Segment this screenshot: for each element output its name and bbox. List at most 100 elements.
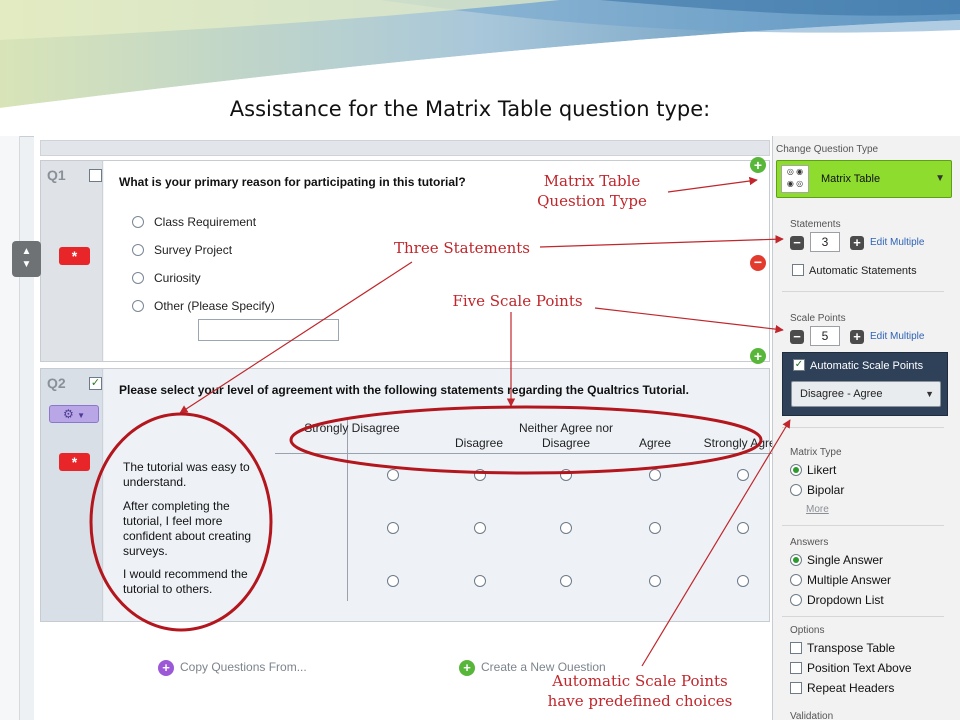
checkbox[interactable]	[790, 641, 802, 654]
chevron-down-icon: ▼	[925, 389, 934, 399]
checkbox[interactable]: ✓	[793, 359, 805, 372]
radio-button[interactable]	[790, 573, 802, 586]
scale-point-label[interactable]: Strongly Disagree	[302, 421, 402, 436]
matrix-type-label-bipolar: Bipolar	[807, 483, 845, 497]
question-text[interactable]: What is your primary reason for particip…	[119, 175, 466, 189]
option-transpose-table[interactable]: Transpose Table	[790, 641, 895, 655]
automatic-scale-points-panel: ✓ Automatic Scale Points Disagree - Agree…	[782, 352, 948, 416]
option-repeat-headers[interactable]: Repeat Headers	[790, 681, 894, 695]
answers-label: Answers	[790, 537, 829, 548]
scale-point-label[interactable]: Disagree	[429, 436, 529, 451]
choice-option[interactable]: Other (Please Specify)	[132, 299, 275, 313]
scale-point-label[interactable]: Agree	[605, 436, 705, 451]
radio-button[interactable]	[790, 463, 802, 476]
question-number-column: Q2 ✓ ⚙ ▼ *	[41, 369, 103, 621]
remove-question-icon[interactable]: −	[750, 255, 766, 271]
radio-button[interactable]	[790, 593, 802, 606]
sidebar-divider	[782, 525, 944, 526]
choice-option[interactable]: Curiosity	[132, 271, 201, 285]
question-type-value: Matrix Table	[821, 173, 881, 185]
statements-count-input[interactable]: 3	[810, 232, 840, 252]
answer-mode-option[interactable]: Single Answer	[790, 553, 883, 567]
question-text[interactable]: Please select your level of agreement wi…	[119, 383, 689, 397]
matrix-radio[interactable]	[737, 575, 749, 587]
sidebar-divider	[782, 427, 944, 428]
matrix-type-label: Matrix Type	[790, 447, 842, 458]
scale-points-increment-button[interactable]: +	[850, 330, 864, 344]
scale-preset-value: Disagree - Agree	[800, 388, 883, 400]
radio-button[interactable]	[132, 271, 144, 284]
matrix-radio[interactable]	[387, 575, 399, 587]
choice-label: Curiosity	[154, 271, 201, 285]
question-type-select[interactable]: ◎ ◉ ◉ ◎ Matrix Table ▼	[776, 160, 952, 198]
matrix-radio[interactable]	[649, 469, 661, 481]
option-position-text-above[interactable]: Position Text Above	[790, 661, 912, 675]
annotation-three-statements: Three Statements	[394, 239, 530, 257]
radio-button[interactable]	[132, 299, 144, 312]
add-question-icon[interactable]: +	[750, 348, 766, 364]
copy-questions-link[interactable]: + Copy Questions From...	[158, 660, 307, 676]
matrix-radio[interactable]	[387, 522, 399, 534]
matrix-statement[interactable]: The tutorial was easy to understand.	[123, 460, 263, 490]
question-content: Please select your level of agreement wi…	[104, 369, 793, 621]
more-matrix-types-link[interactable]: More	[806, 504, 829, 515]
radio-button[interactable]	[790, 553, 802, 566]
matrix-radio[interactable]	[387, 469, 399, 481]
matrix-radio[interactable]	[474, 469, 486, 481]
answer-mode-option[interactable]: Dropdown List	[790, 593, 884, 607]
question-content: What is your primary reason for particip…	[104, 161, 769, 361]
matrix-radio[interactable]	[560, 575, 572, 587]
choice-option[interactable]: Survey Project	[132, 243, 232, 257]
scale-points-decrement-button[interactable]: −	[790, 330, 804, 344]
statements-decrement-button[interactable]: −	[790, 236, 804, 250]
matrix-statement[interactable]: After completing the tutorial, I feel mo…	[123, 499, 263, 559]
plus-icon: +	[158, 660, 174, 676]
automatic-scale-points-option[interactable]: ✓ Automatic Scale Points	[793, 359, 923, 372]
radio-button[interactable]	[132, 243, 144, 256]
arrow-up-icon: ▲	[21, 246, 32, 257]
add-question-icon[interactable]: +	[750, 157, 766, 173]
other-specify-input[interactable]	[198, 319, 339, 341]
options-label: Options	[790, 625, 825, 636]
scale-point-label[interactable]: Neither Agree nor Disagree	[516, 421, 616, 451]
radio-button[interactable]	[132, 215, 144, 228]
annotation-matrix-table: Matrix Table Question Type	[537, 172, 647, 210]
slide-title: Assistance for the Matrix Table question…	[229, 97, 711, 121]
option-label: Position Text Above	[807, 661, 912, 675]
matrix-radio[interactable]	[649, 575, 661, 587]
question-block-q2[interactable]: Q2 ✓ ⚙ ▼ * Please select your level of a…	[40, 368, 793, 622]
required-button[interactable]: *	[59, 453, 90, 471]
question-number-column: Q1 *	[41, 161, 103, 361]
matrix-statement[interactable]: I would recommend the tutorial to others…	[123, 567, 263, 597]
matrix-radio[interactable]	[649, 522, 661, 534]
automatic-statements-option[interactable]: Automatic Statements	[792, 264, 917, 277]
radio-button[interactable]	[790, 483, 802, 496]
question-select-checkbox[interactable]: ✓	[89, 377, 102, 390]
choice-option[interactable]: Class Requirement	[132, 215, 256, 229]
answer-mode-label: Multiple Answer	[807, 573, 892, 587]
statements-increment-button[interactable]: +	[850, 236, 864, 250]
chevron-down-icon: ▼	[77, 411, 86, 420]
checkbox[interactable]	[790, 681, 802, 694]
answer-mode-option[interactable]: Multiple Answer	[790, 573, 891, 587]
question-gear-menu-button[interactable]: ⚙ ▼	[49, 405, 99, 423]
matrix-radio[interactable]	[737, 522, 749, 534]
sidebar-divider	[782, 291, 944, 292]
matrix-radio[interactable]	[560, 522, 572, 534]
scale-preset-select[interactable]: Disagree - Agree ▼	[791, 381, 941, 407]
required-button[interactable]: *	[59, 247, 90, 265]
checkbox[interactable]	[792, 264, 804, 277]
copy-questions-label: Copy Questions From...	[180, 660, 307, 675]
move-question-handle[interactable]: ▲ ▼	[12, 241, 41, 277]
question-select-checkbox[interactable]	[89, 169, 102, 182]
scale-points-count-input[interactable]: 5	[810, 326, 840, 346]
matrix-type-option[interactable]: Bipolar	[790, 483, 844, 497]
matrix-radio[interactable]	[474, 575, 486, 587]
matrix-radio[interactable]	[474, 522, 486, 534]
edit-multiple-scale-points-link[interactable]: Edit Multiple	[870, 331, 924, 342]
matrix-type-option[interactable]: Likert	[790, 463, 836, 477]
matrix-radio[interactable]	[737, 469, 749, 481]
matrix-radio[interactable]	[560, 469, 572, 481]
edit-multiple-statements-link[interactable]: Edit Multiple	[870, 237, 924, 248]
checkbox[interactable]	[790, 661, 802, 674]
